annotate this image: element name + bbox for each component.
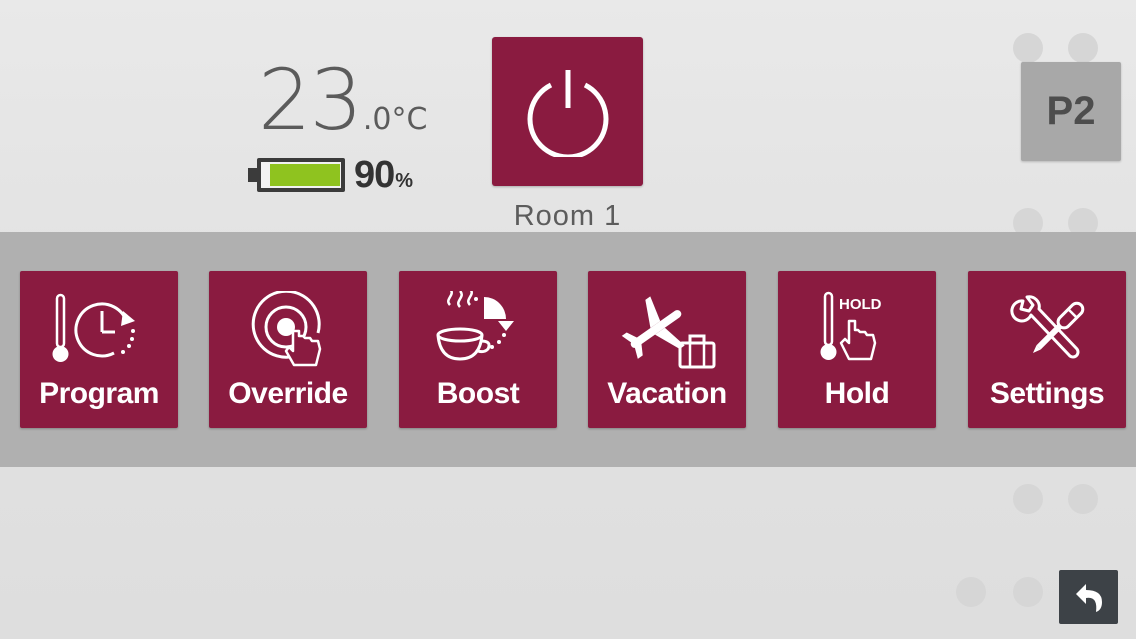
boost-icon — [436, 291, 514, 361]
override-icon — [251, 291, 322, 367]
settings-icon — [1010, 295, 1085, 359]
override-label: Override — [228, 377, 348, 410]
boost-button[interactable]: Boost — [399, 271, 557, 428]
temperature-display: 23.0°C — [258, 58, 427, 142]
program-button[interactable]: Program — [20, 271, 178, 428]
vacation-button[interactable]: Vacation — [588, 271, 746, 428]
decorative-dot — [1013, 577, 1043, 607]
program-icon — [52, 293, 135, 362]
hold-button[interactable]: HOLD Hold — [778, 271, 936, 428]
temperature-value: 23 — [258, 51, 363, 149]
back-button[interactable] — [1059, 570, 1118, 624]
boost-label: Boost — [436, 377, 520, 410]
hold-label: Hold — [824, 377, 890, 410]
override-button[interactable]: Override — [209, 271, 367, 428]
settings-button[interactable]: Settings — [968, 271, 1126, 428]
decorative-dot — [1068, 33, 1098, 63]
temperature-unit: .0°C — [362, 102, 428, 137]
back-arrow-icon — [1075, 584, 1102, 612]
room-label: Room 1 — [513, 200, 622, 232]
program-label: Program — [39, 377, 159, 410]
hold-icon-text: HOLD — [839, 296, 882, 313]
battery-percent-value: 90 — [354, 154, 395, 196]
power-icon — [527, 69, 608, 157]
decorative-dot — [1013, 484, 1043, 514]
settings-label: Settings — [989, 377, 1105, 410]
power-button[interactable] — [492, 37, 643, 186]
battery-fill — [270, 164, 340, 186]
decorative-dot — [1013, 33, 1043, 63]
hold-icon: HOLD — [820, 291, 882, 361]
decorative-dot — [1068, 484, 1098, 514]
profile-button[interactable]: P2 — [1021, 62, 1121, 161]
profile-label: P2 — [1046, 89, 1096, 133]
battery-percent-sign: % — [395, 170, 414, 192]
battery-icon — [248, 158, 345, 192]
vacation-label: Vacation — [607, 377, 727, 410]
decorative-dot — [956, 577, 986, 607]
battery-percent: 90% — [354, 154, 413, 197]
vacation-icon — [621, 296, 716, 369]
